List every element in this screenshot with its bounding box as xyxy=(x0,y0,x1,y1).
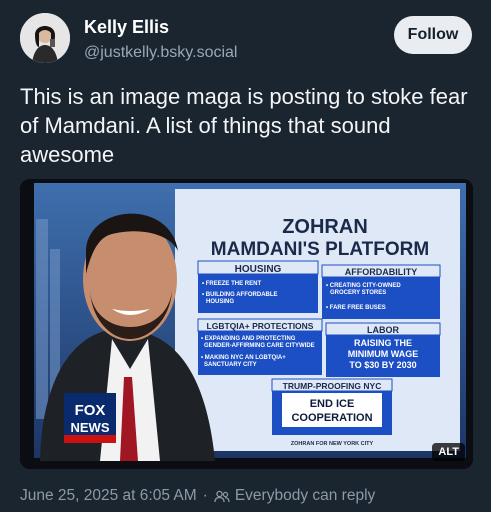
author-avatar[interactable] xyxy=(20,13,70,63)
graphic-source: ZOHRAN FOR NEW YORK CITY xyxy=(291,441,374,447)
reply-setting[interactable]: Everybody can reply xyxy=(235,487,375,505)
affordability-item: GROCERY STORES xyxy=(330,290,386,296)
trump-proofing-box: TRUMP-PROOFING NYC END ICE COOPERATION xyxy=(271,378,393,435)
people-icon xyxy=(214,490,230,502)
fox-news-logo: FOX NEWS xyxy=(64,393,116,443)
lgbtqia-box: LGBTQIA+ PROTECTIONS • EXPANDING AND PRO… xyxy=(197,318,323,375)
lgbtqia-header: LGBTQIA+ PROTECTIONS xyxy=(207,321,314,331)
author-handle[interactable]: @justkelly.bsky.social xyxy=(84,44,237,62)
housing-header: HOUSING xyxy=(235,264,282,275)
post-timestamp[interactable]: June 25, 2025 at 6:05 AM xyxy=(20,487,197,505)
avatar-image xyxy=(20,13,70,63)
labor-box: LABOR RAISING THE MINIMUM WAGE TO $30 BY… xyxy=(325,322,441,377)
post-footer: June 25, 2025 at 6:05 AM · Everybody can… xyxy=(20,487,375,505)
lgbtqia-item: • MAKING NYC AN LGBTQIA+ xyxy=(201,355,286,361)
labor-item: RAISING THE xyxy=(354,338,412,348)
tv-screenshot: FOX NEWS ZOHRAN MAMDANI'S PLATFORM HOUSI… xyxy=(20,179,473,469)
post-image[interactable]: FOX NEWS ZOHRAN MAMDANI'S PLATFORM HOUSI… xyxy=(20,179,473,469)
lgbtqia-item: GENDER-AFFIRMING CARE CITYWIDE xyxy=(204,343,315,349)
affordability-box: AFFORDABILITY • CREATING CITY-OWNED GROC… xyxy=(321,264,441,319)
separator-dot: · xyxy=(202,487,208,504)
graphic-title-1: ZOHRAN xyxy=(282,216,368,238)
housing-item: • FREEZE THE RENT xyxy=(202,281,261,287)
housing-item: HOUSING xyxy=(206,299,234,305)
lgbtqia-item: • EXPANDING AND PROTECTING xyxy=(201,336,296,342)
labor-item: TO $30 BY 2030 xyxy=(349,360,416,370)
fox-logo-text-1: FOX xyxy=(75,402,106,419)
housing-box: HOUSING • FREEZE THE RENT • BUILDING AFF… xyxy=(197,260,319,313)
affordability-header: AFFORDABILITY xyxy=(345,267,418,277)
graphic-title-2: MAMDANI'S PLATFORM xyxy=(211,239,429,260)
author-name[interactable]: Kelly Ellis xyxy=(84,17,169,38)
follow-button[interactable]: Follow xyxy=(394,16,472,54)
housing-item: • BUILDING AFFORDABLE xyxy=(202,292,278,298)
fox-logo-text-2: NEWS xyxy=(71,420,110,435)
labor-item: MINIMUM WAGE xyxy=(348,349,419,359)
post-text: This is an image maga is posting to stok… xyxy=(20,84,468,167)
affordability-item: • CREATING CITY-OWNED xyxy=(326,283,401,289)
trump-item: COOPERATION xyxy=(291,412,372,424)
labor-header: LABOR xyxy=(367,325,399,335)
trump-header: TRUMP-PROOFING NYC xyxy=(283,381,382,391)
trump-item: END ICE xyxy=(310,398,355,410)
affordability-item: • FARE FREE BUSES xyxy=(326,305,386,311)
lgbtqia-item: SANCTUARY CITY xyxy=(204,362,257,368)
alt-text-badge[interactable]: ALT xyxy=(432,443,465,461)
